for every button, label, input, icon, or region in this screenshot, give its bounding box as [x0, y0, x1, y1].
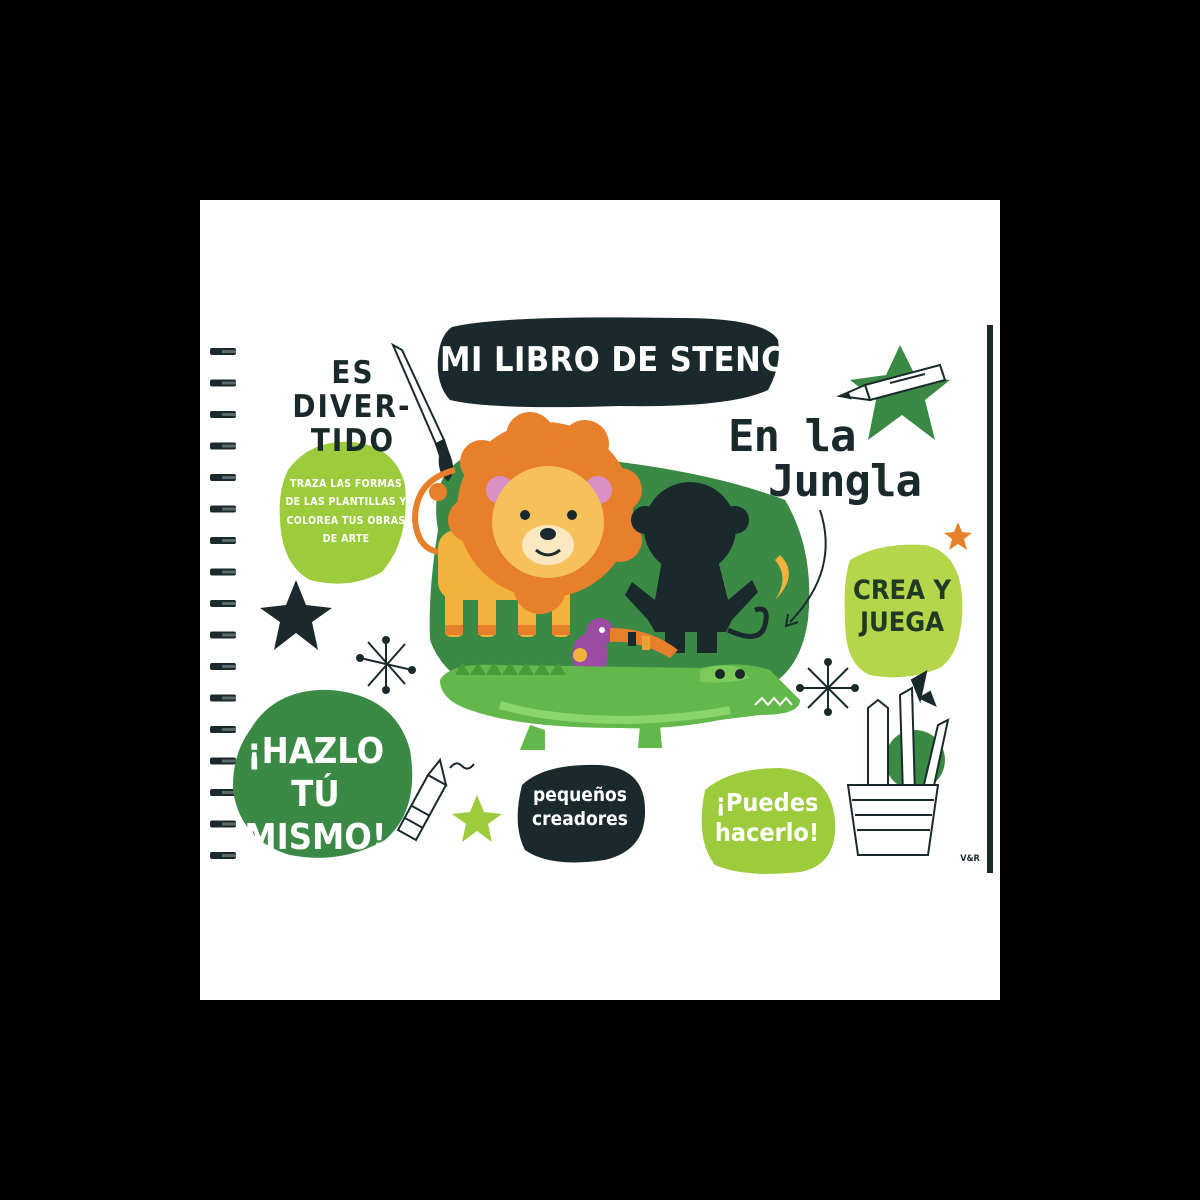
spiral-ring-highlight — [222, 633, 236, 637]
spiral-ring-highlight — [222, 570, 236, 574]
cover-edge-line — [987, 325, 993, 873]
hazlo-tu-mismo-text: ¡HAZLO TÚ MISMO! — [244, 731, 387, 859]
sparkle-icon — [356, 636, 416, 694]
spiral-ring-highlight — [222, 444, 236, 448]
sparkle-icon — [796, 658, 859, 716]
spiral-ring-highlight — [222, 413, 236, 416]
spiral-ring-highlight — [222, 350, 236, 353]
crocodile-icon — [440, 662, 800, 750]
book-cover: MI LIBRO DE STENCIL ES DIVER- TIDO TRAZA… — [200, 200, 1000, 1000]
pencil-cup-icon — [846, 670, 950, 856]
spiral-ring-highlight — [222, 381, 236, 385]
es-divertido-line1: ES — [331, 355, 375, 391]
spiral-ring-highlight — [222, 507, 236, 511]
star-icon — [452, 795, 502, 842]
pequenos-creadores-text: pequeños creadores — [532, 784, 628, 830]
star-icon — [944, 522, 972, 550]
puedes-hacerlo-text: ¡Puedes hacerlo! — [714, 788, 820, 847]
spiral-ring-highlight — [222, 696, 236, 700]
star-icon — [260, 580, 332, 650]
publisher-logo: V&R — [960, 854, 980, 864]
spiral-ring-highlight — [222, 539, 236, 542]
es-divertido-line2: DIVER- — [292, 389, 412, 425]
book-title: MI LIBRO DE STENCIL — [440, 340, 816, 380]
spiral-ring-highlight — [222, 602, 236, 605]
spiral-ring-highlight — [222, 476, 236, 479]
crea-y-juega-text: CREA Y JUEGA — [853, 575, 951, 639]
subtitle-line2: Jungla — [768, 456, 922, 507]
spiral-ring-highlight — [222, 665, 236, 668]
subtitle-line1: En la — [728, 411, 856, 462]
traza-instructions: TRAZA LAS FORMAS DE LAS PLANTILLAS Y COL… — [285, 478, 407, 546]
es-divertido-line3: TIDO — [310, 423, 396, 459]
